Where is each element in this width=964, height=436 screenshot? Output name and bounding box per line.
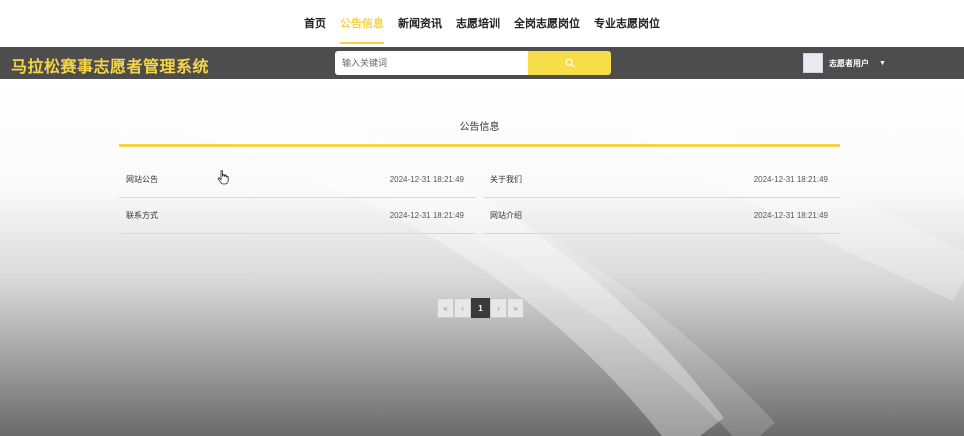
header-bar: 马拉松赛事志愿者管理系统 志愿者用户 ▼	[0, 47, 964, 79]
nav-all-positions[interactable]: 全岗志愿岗位	[514, 0, 580, 47]
page-last-button[interactable]: »	[507, 298, 524, 318]
nav-training[interactable]: 志愿培训	[456, 0, 500, 47]
notice-title[interactable]: 网站介绍	[490, 210, 522, 221]
page-current-button[interactable]: 1	[471, 298, 490, 318]
chevron-down-icon[interactable]: ▼	[879, 60, 886, 67]
notice-date: 2024-12-31 18:21:49	[753, 175, 828, 184]
page-next-button[interactable]: ›	[490, 298, 507, 318]
search-icon	[565, 58, 574, 68]
search-button[interactable]	[528, 51, 611, 75]
search-box	[335, 51, 611, 75]
top-navigation: 首页 公告信息 新闻资讯 志愿培训 全岗志愿岗位 专业志愿岗位	[0, 0, 964, 47]
notice-item[interactable]: 网站公告 2024-12-31 18:21:49	[119, 162, 476, 198]
user-name[interactable]: 志愿者用户	[829, 58, 869, 69]
notice-item[interactable]: 网站介绍 2024-12-31 18:21:49	[483, 198, 840, 234]
notice-title[interactable]: 联系方式	[126, 210, 158, 221]
notice-date: 2024-12-31 18:21:49	[389, 211, 464, 220]
notice-date: 2024-12-31 18:21:49	[753, 211, 828, 220]
nav-announcements[interactable]: 公告信息	[340, 0, 384, 47]
user-menu[interactable]: 志愿者用户 ▼	[803, 51, 886, 75]
hand-pointer-icon	[217, 170, 229, 185]
search-input[interactable]	[335, 51, 528, 75]
section-title: 公告信息	[459, 122, 500, 133]
notice-item[interactable]: 关于我们 2024-12-31 18:21:49	[483, 162, 840, 198]
notice-date: 2024-12-31 18:21:49	[389, 175, 464, 184]
pagination: « ‹ 1 › »	[437, 298, 524, 318]
site-title: 马拉松赛事志愿者管理系统	[11, 57, 210, 76]
nav-news[interactable]: 新闻资讯	[398, 0, 442, 47]
avatar[interactable]	[803, 53, 823, 73]
notice-item[interactable]: 联系方式 2024-12-31 18:21:49	[119, 198, 476, 234]
nav-professional-positions[interactable]: 专业志愿岗位	[594, 0, 660, 47]
notice-title[interactable]: 关于我们	[490, 174, 522, 185]
page-prev-button[interactable]: ‹	[454, 298, 471, 318]
nav-home[interactable]: 首页	[304, 0, 326, 47]
page-first-button[interactable]: «	[437, 298, 454, 318]
notice-title[interactable]: 网站公告	[126, 174, 158, 185]
section-title-underline	[119, 144, 840, 147]
